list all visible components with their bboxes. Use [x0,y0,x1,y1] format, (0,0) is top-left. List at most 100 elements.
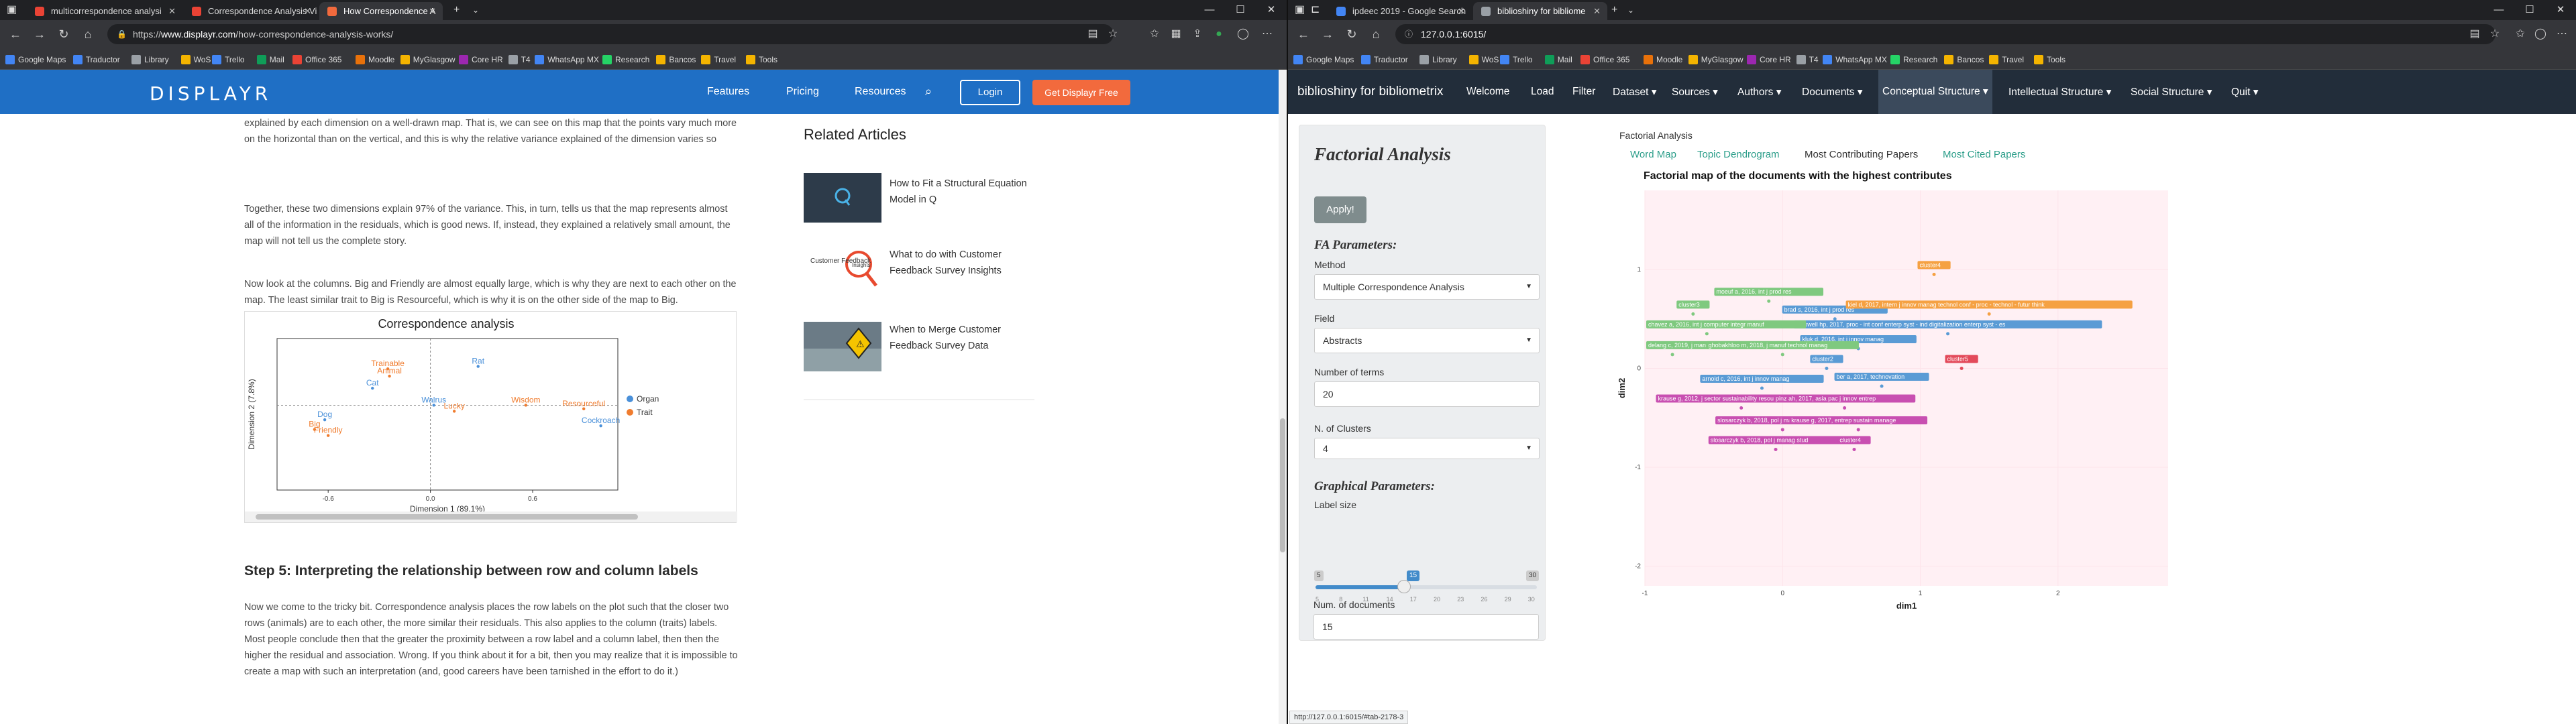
displayr-logo[interactable]: DISPLAYR [150,82,272,105]
bookmark-moodle[interactable]: Moodle [356,54,394,66]
clusters-select[interactable]: 4 ▼ [1314,438,1540,459]
reload-icon[interactable]: ↻ [1342,24,1362,44]
close-tab-icon[interactable]: ✕ [304,2,311,20]
bookmark-t4[interactable]: T4 [508,54,531,66]
bookmark-trello[interactable]: Trello [212,54,245,66]
bookmark-mail[interactable]: Mail [1544,54,1572,66]
article-thumb-feedback[interactable]: Customer Feedback Insights [804,241,881,291]
reload-icon[interactable]: ↻ [54,24,74,44]
bookmark-tools[interactable]: Tools [746,54,777,66]
bookmark-trello[interactable]: Trello [1500,54,1533,66]
login-button[interactable]: Login [960,80,1020,105]
bookmark-core-hr[interactable]: Core HR [1747,54,1791,66]
related-article-3[interactable]: When to Merge Customer Feedback Survey D… [890,322,1044,354]
more-menu-icon[interactable]: ⋯ [2555,27,2569,42]
nav-filter[interactable]: Filter [1572,86,1595,98]
close-tab-icon[interactable]: ✕ [1458,2,1465,20]
close-tab-icon[interactable]: ✕ [168,2,176,20]
back-icon[interactable]: ← [5,24,25,44]
nav-quit[interactable]: Quit ▾ [2231,86,2259,99]
maximize-icon[interactable]: ☐ [1225,0,1256,20]
tab-1[interactable]: biblioshiny for bibliome ✕ [1473,2,1607,20]
url-input[interactable]: https://www.displayr.com/how-corresponde… [107,24,1114,44]
bookmark-google-maps[interactable]: Google Maps [5,54,66,66]
bookmark-star-icon[interactable]: ☆ [1106,27,1120,42]
nav-documents[interactable]: Documents ▾ [1802,86,1862,99]
bookmark-moodle[interactable]: Moodle [1644,54,1682,66]
tab-actions-icon[interactable]: ⊏ [1311,0,1320,20]
share-icon[interactable]: ⇪ [1190,27,1205,42]
maximize-icon[interactable]: ☐ [2514,0,2545,20]
bookmark-myglasgow[interactable]: MyGlasgow [400,54,455,66]
bookmark-google-maps[interactable]: Google Maps [1293,54,1354,66]
tab-search-icon[interactable]: ⌄ [1627,0,1634,20]
close-window-icon[interactable]: ✕ [1256,0,1287,20]
bookmark-research[interactable]: Research [1890,54,1937,66]
slider-handle[interactable] [1397,580,1411,593]
bookmark-travel[interactable]: Travel [1989,54,2024,66]
home-icon[interactable]: ⌂ [1366,24,1386,44]
bookmark-wos[interactable]: WoS [180,54,211,66]
bookmark-mail[interactable]: Mail [256,54,284,66]
tab-2[interactable]: How Correspondence A ✕ [319,2,443,20]
nav-authors[interactable]: Authors ▾ [1737,86,1782,99]
bookmark-office-365[interactable]: Office 365 [292,54,341,66]
tab-word-map[interactable]: Word Map [1630,149,1676,160]
reader-mode-icon[interactable]: ▤ [1085,27,1100,42]
new-tab-icon[interactable]: + [1611,0,1617,20]
forward-icon[interactable]: → [1318,24,1338,44]
bookmark-whatsapp-mx[interactable]: WhatsApp MX [1823,54,1887,66]
num-documents-input[interactable]: 15 [1313,614,1539,640]
favorites-icon[interactable]: ✩ [1147,27,1162,42]
label-size-slider[interactable] [1316,580,1537,593]
nav-welcome[interactable]: Welcome [1466,86,1509,98]
bookmark-core-hr[interactable]: Core HR [459,54,503,66]
bookmark-bancos[interactable]: Bancos [656,54,696,66]
new-tab-icon[interactable]: + [453,0,460,20]
bookmark-traductor[interactable]: Traductor [1360,54,1408,66]
nav-social-structure[interactable]: Social Structure ▾ [2131,86,2212,99]
window-menu-icon[interactable]: ▣ [7,0,17,20]
related-article-2[interactable]: What to do with Customer Feedback Survey… [890,247,1044,279]
tab-0[interactable]: multicorrespondence analysi ✕ [27,2,182,20]
bookmark-tools[interactable]: Tools [2034,54,2065,66]
more-menu-icon[interactable]: ⋯ [1260,27,1275,42]
bookmark-bancos[interactable]: Bancos [1944,54,1984,66]
nav-conceptual-structure[interactable]: Conceptual Structure ▾ [1878,70,1992,114]
search-icon[interactable]: ⌕ [925,84,932,99]
extension-icon[interactable]: ● [1212,27,1226,42]
related-article-1[interactable]: How to Fit a Structural Equation Model i… [890,176,1044,208]
close-tab-icon[interactable]: ✕ [429,2,436,20]
collections-icon[interactable]: ▦ [1169,27,1183,42]
tab-most-cited-papers[interactable]: Most Cited Papers [1943,149,2025,160]
home-icon[interactable]: ⌂ [78,24,98,44]
method-select[interactable]: Multiple Correspondence Analysis ▼ [1314,274,1540,300]
bookmark-star-icon[interactable]: ☆ [2487,27,2502,42]
nav-features[interactable]: Features [707,86,749,98]
profile-icon[interactable]: ◯ [2533,27,2548,42]
close-tab-icon[interactable]: ✕ [1593,2,1601,20]
reader-mode-icon[interactable]: ▤ [2467,27,2482,42]
bookmark-library[interactable]: Library [1419,54,1457,66]
bookmark-wos[interactable]: WoS [1468,54,1499,66]
nav-dataset[interactable]: Dataset ▾ [1613,86,1657,99]
tab-search-icon[interactable]: ⌄ [472,0,479,20]
apply-button[interactable]: Apply! [1314,196,1366,223]
scrollbar-thumb[interactable] [1280,418,1285,552]
tab-most-contributing-papers[interactable]: Most Contributing Papers [1805,149,1918,160]
terms-input[interactable]: 20 [1314,381,1540,407]
minimize-icon[interactable]: — [2483,0,2514,20]
minimize-icon[interactable]: — [1194,0,1225,20]
back-icon[interactable]: ← [1293,24,1313,44]
nav-sources[interactable]: Sources ▾ [1672,86,1718,99]
article-thumb-merge[interactable]: ⚠ [804,322,881,371]
article-thumb-sem[interactable] [804,173,881,223]
bookmark-library[interactable]: Library [131,54,169,66]
bookmark-t4[interactable]: T4 [1796,54,1819,66]
get-displayr-free-button[interactable]: Get Displayr Free [1032,80,1130,105]
nav-intellectual-structure[interactable]: Intellectual Structure ▾ [2008,86,2111,99]
bookmark-myglasgow[interactable]: MyGlasgow [1688,54,1743,66]
close-window-icon[interactable]: ✕ [2545,0,2576,20]
tab-0[interactable]: ipdeec 2019 - Google Search ✕ [1328,2,1472,20]
favorites-icon[interactable]: ✩ [2513,27,2528,42]
